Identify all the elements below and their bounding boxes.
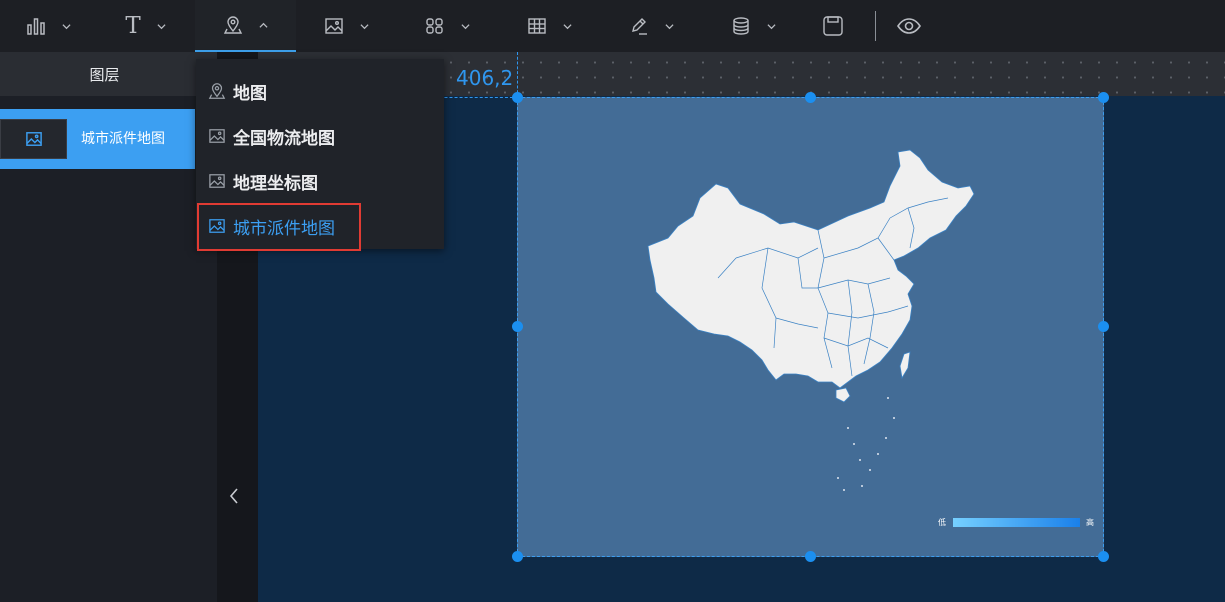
resize-handle-left[interactable] [512, 321, 523, 332]
media-menu-button[interactable] [296, 0, 396, 52]
collapse-panel-arrow-icon[interactable] [228, 486, 240, 506]
layers-panel: 图层 城市派件地图 [0, 52, 217, 602]
city-delivery-map-widget[interactable] [517, 97, 1104, 557]
layer-thumbnail [0, 119, 67, 159]
chevron-down-icon [664, 23, 674, 29]
legend-low-label: 低 [938, 518, 946, 527]
table-menu-button[interactable] [498, 0, 600, 52]
components-menu-button[interactable] [396, 0, 498, 52]
legend-gradient-bar [953, 518, 1080, 527]
map-pin-icon [223, 16, 243, 34]
resize-handle-top-left[interactable] [512, 92, 523, 103]
china-map [647, 149, 975, 491]
chevron-down-icon [460, 23, 470, 29]
chart-menu-button[interactable] [0, 0, 96, 52]
resize-handle-bottom-right[interactable] [1098, 551, 1109, 562]
text-icon: T [125, 13, 141, 39]
resize-handle-right[interactable] [1098, 321, 1109, 332]
menu-item-map[interactable]: 地图 [196, 71, 444, 111]
pen-icon [631, 18, 647, 35]
components-icon [425, 18, 443, 34]
bar-chart-icon [26, 18, 45, 35]
resize-handle-top-right[interactable] [1098, 92, 1109, 103]
highlight-annotation-box [197, 203, 361, 251]
resize-handle-top[interactable] [805, 92, 816, 103]
map-menu-button[interactable] [195, 0, 296, 52]
resize-handle-bottom-left[interactable] [512, 551, 523, 562]
resize-handle-bottom[interactable] [805, 551, 816, 562]
menu-item-label: 地图 [233, 83, 267, 104]
chevron-down-icon [562, 23, 572, 29]
database-icon [732, 17, 749, 35]
image-icon [208, 127, 226, 145]
preview-button[interactable] [886, 0, 932, 52]
chevron-down-icon [359, 23, 369, 29]
chevron-down-icon [766, 23, 776, 29]
chevron-down-icon [157, 23, 166, 29]
draw-menu-button[interactable] [600, 0, 702, 52]
legend-high-label: 高 [1086, 518, 1094, 527]
layer-label: 城市派件地图 [81, 131, 165, 147]
position-readout: 406,2 [456, 66, 514, 90]
save-button[interactable] [810, 0, 856, 52]
menu-item-label: 地理坐标图 [233, 173, 318, 194]
image-icon [25, 132, 42, 146]
menu-item-label: 全国物流地图 [233, 128, 335, 149]
image-icon [208, 172, 226, 190]
save-icon [823, 16, 843, 36]
layers-panel-title: 图层 [0, 52, 217, 96]
data-menu-button[interactable] [702, 0, 804, 52]
map-pin-icon [208, 82, 226, 100]
menu-item-national-logistics-map[interactable]: 全国物流地图 [196, 116, 444, 156]
chevron-down-icon [61, 23, 71, 29]
chevron-up-icon [259, 22, 268, 28]
main-toolbar: T [0, 0, 1225, 52]
toolbar-divider [875, 11, 876, 41]
preview-eye-icon [897, 18, 921, 34]
image-icon [324, 18, 343, 34]
menu-item-geo-coordinate-map[interactable]: 地理坐标图 [196, 161, 444, 201]
table-icon [527, 18, 546, 34]
layer-item-city-delivery-map[interactable]: 城市派件地图 [0, 109, 195, 169]
text-menu-button[interactable]: T [96, 0, 195, 52]
